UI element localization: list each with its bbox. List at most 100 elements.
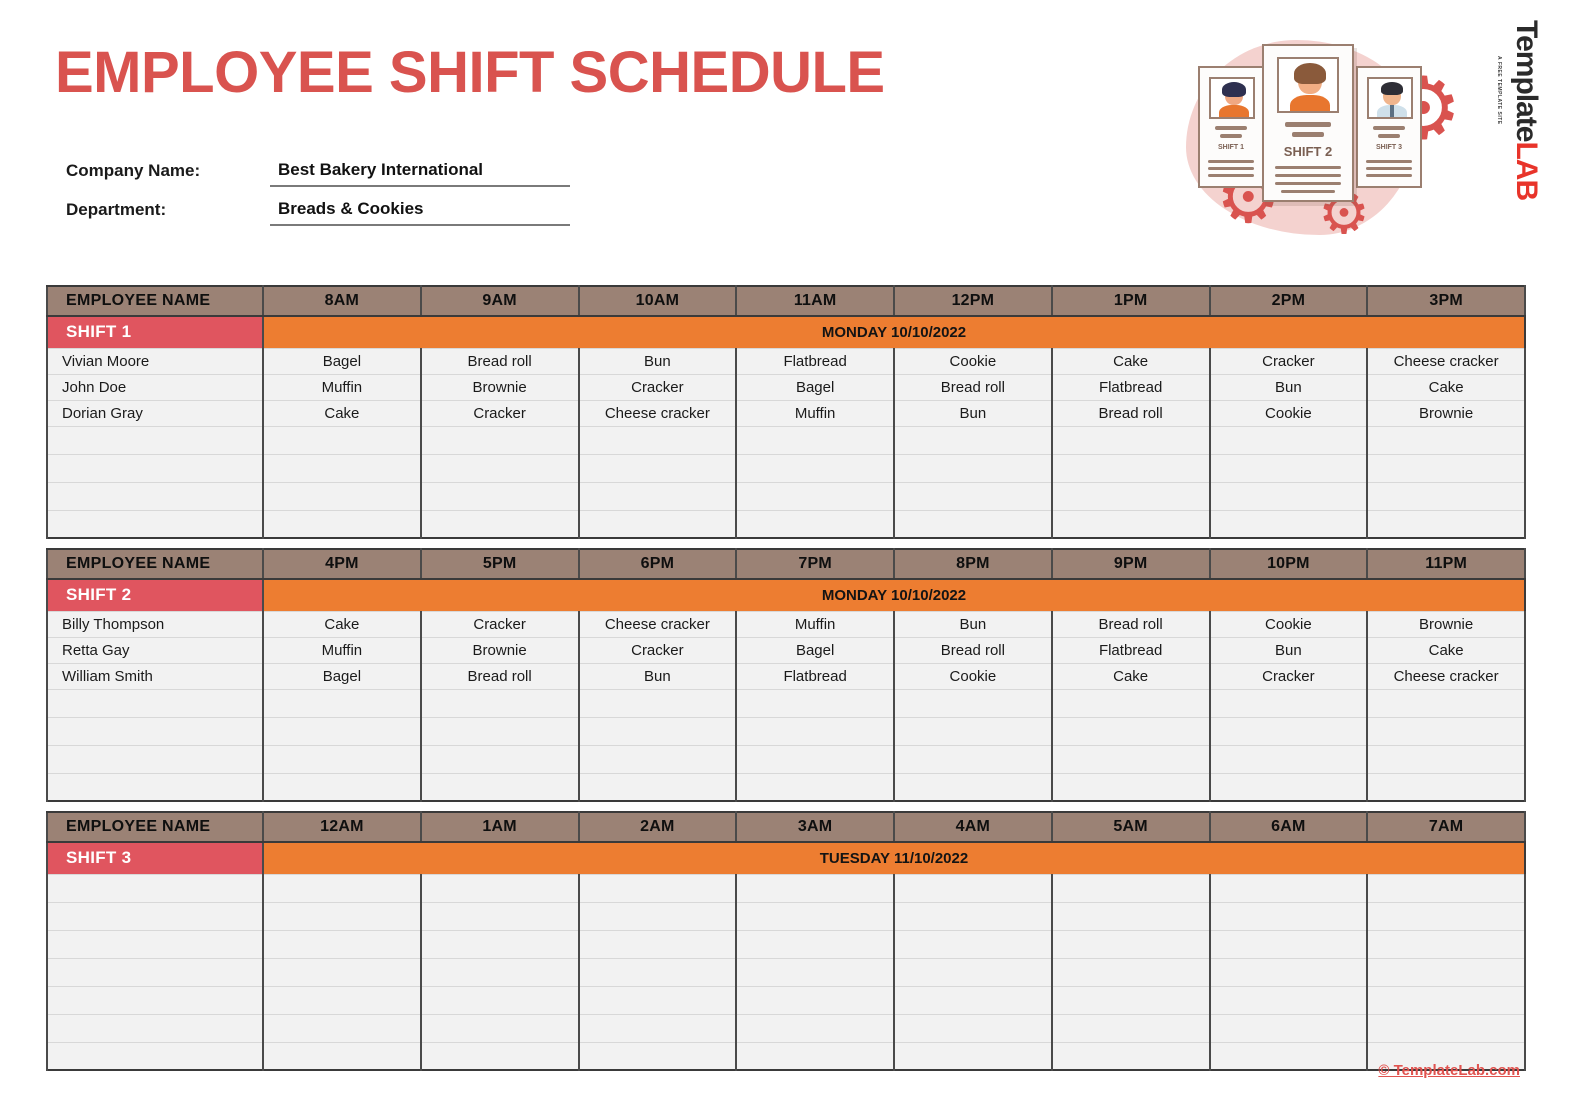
shift-assignment-cell[interactable]: Cracker bbox=[577, 373, 738, 401]
shift-assignment-cell[interactable] bbox=[1208, 453, 1369, 483]
shift-assignment-cell[interactable]: Cake bbox=[1050, 662, 1211, 690]
shift-assignment-cell[interactable] bbox=[1366, 481, 1526, 511]
shift-assignment-cell[interactable]: Cracker bbox=[419, 399, 580, 427]
shift-assignment-cell[interactable] bbox=[893, 688, 1053, 718]
shift-assignment-cell[interactable] bbox=[419, 481, 580, 511]
shift-assignment-cell[interactable]: Flatbread bbox=[735, 662, 895, 690]
shift-assignment-cell[interactable]: Cheese cracker bbox=[1366, 662, 1526, 690]
shift-assignment-cell[interactable] bbox=[577, 716, 738, 746]
shift-assignment-cell[interactable] bbox=[262, 744, 422, 774]
shift-assignment-cell[interactable] bbox=[1050, 744, 1211, 774]
shift-assignment-cell[interactable] bbox=[1050, 1013, 1211, 1043]
shift-assignment-cell[interactable]: Bagel bbox=[735, 636, 895, 664]
shift-assignment-cell[interactable]: Bagel bbox=[735, 373, 895, 401]
shift-assignment-cell[interactable] bbox=[893, 873, 1053, 903]
shift-assignment-cell[interactable] bbox=[1208, 509, 1369, 539]
shift-assignment-cell[interactable] bbox=[1208, 929, 1369, 959]
shift-assignment-cell[interactable] bbox=[419, 929, 580, 959]
shift-assignment-cell[interactable] bbox=[419, 1041, 580, 1071]
shift-assignment-cell[interactable] bbox=[1050, 985, 1211, 1015]
shift-assignment-cell[interactable] bbox=[577, 688, 738, 718]
shift-assignment-cell[interactable] bbox=[1366, 985, 1526, 1015]
shift-assignment-cell[interactable] bbox=[1208, 1013, 1369, 1043]
shift-assignment-cell[interactable]: Bread roll bbox=[419, 662, 580, 690]
shift-assignment-cell[interactable] bbox=[735, 481, 895, 511]
shift-assignment-cell[interactable] bbox=[577, 772, 738, 802]
shift-assignment-cell[interactable] bbox=[893, 929, 1053, 959]
department-field[interactable]: Breads & Cookies bbox=[270, 199, 570, 226]
shift-assignment-cell[interactable] bbox=[262, 1041, 422, 1071]
shift-assignment-cell[interactable]: Muffin bbox=[735, 399, 895, 427]
shift-assignment-cell[interactable] bbox=[1050, 425, 1211, 455]
shift-assignment-cell[interactable] bbox=[262, 772, 422, 802]
employee-name-cell[interactable] bbox=[46, 509, 264, 539]
shift-assignment-cell[interactable] bbox=[577, 425, 738, 455]
shift-assignment-cell[interactable]: Bread roll bbox=[1050, 610, 1211, 638]
employee-name-cell[interactable] bbox=[46, 453, 264, 483]
shift-assignment-cell[interactable]: Brownie bbox=[419, 373, 580, 401]
shift-assignment-cell[interactable]: Bun bbox=[577, 662, 738, 690]
shift-assignment-cell[interactable] bbox=[1050, 688, 1211, 718]
employee-name-cell[interactable] bbox=[46, 425, 264, 455]
shift-assignment-cell[interactable]: Cracker bbox=[1208, 662, 1369, 690]
shift-assignment-cell[interactable] bbox=[1366, 509, 1526, 539]
shift-assignment-cell[interactable] bbox=[419, 901, 580, 931]
shift-assignment-cell[interactable]: Cookie bbox=[1208, 610, 1369, 638]
shift-assignment-cell[interactable]: Bun bbox=[577, 347, 738, 375]
shift-assignment-cell[interactable]: Cake bbox=[1366, 636, 1526, 664]
shift-assignment-cell[interactable] bbox=[419, 453, 580, 483]
shift-assignment-cell[interactable] bbox=[577, 481, 738, 511]
shift-assignment-cell[interactable] bbox=[577, 509, 738, 539]
shift-assignment-cell[interactable] bbox=[1208, 1041, 1369, 1071]
employee-name-cell[interactable] bbox=[46, 957, 264, 987]
employee-name-cell[interactable] bbox=[46, 985, 264, 1015]
shift-assignment-cell[interactable] bbox=[735, 901, 895, 931]
shift-assignment-cell[interactable] bbox=[893, 901, 1053, 931]
shift-assignment-cell[interactable] bbox=[577, 1013, 738, 1043]
shift-assignment-cell[interactable] bbox=[262, 481, 422, 511]
shift-assignment-cell[interactable] bbox=[1050, 873, 1211, 903]
shift-assignment-cell[interactable] bbox=[1050, 901, 1211, 931]
shift-assignment-cell[interactable] bbox=[419, 425, 580, 455]
shift-assignment-cell[interactable] bbox=[735, 716, 895, 746]
shift-assignment-cell[interactable] bbox=[893, 1041, 1053, 1071]
employee-name-cell[interactable] bbox=[46, 1041, 264, 1071]
shift-assignment-cell[interactable]: Bagel bbox=[262, 347, 422, 375]
shift-assignment-cell[interactable]: Brownie bbox=[419, 636, 580, 664]
employee-name-cell[interactable] bbox=[46, 688, 264, 718]
shift-assignment-cell[interactable]: Bread roll bbox=[1050, 399, 1211, 427]
employee-name-cell[interactable] bbox=[46, 481, 264, 511]
shift-assignment-cell[interactable] bbox=[419, 957, 580, 987]
shift-assignment-cell[interactable] bbox=[1366, 688, 1526, 718]
shift-assignment-cell[interactable] bbox=[419, 985, 580, 1015]
company-name-field[interactable]: Best Bakery International bbox=[270, 160, 570, 187]
shift-date[interactable]: MONDAY 10/10/2022 bbox=[262, 316, 1525, 348]
shift-assignment-cell[interactable] bbox=[893, 957, 1053, 987]
shift-assignment-cell[interactable] bbox=[893, 425, 1053, 455]
shift-assignment-cell[interactable]: Brownie bbox=[1366, 399, 1526, 427]
shift-assignment-cell[interactable]: Flatbread bbox=[735, 347, 895, 375]
shift-assignment-cell[interactable] bbox=[735, 1041, 895, 1071]
shift-assignment-cell[interactable] bbox=[1208, 425, 1369, 455]
shift-assignment-cell[interactable] bbox=[735, 929, 895, 959]
shift-assignment-cell[interactable] bbox=[262, 929, 422, 959]
shift-assignment-cell[interactable] bbox=[419, 873, 580, 903]
shift-assignment-cell[interactable] bbox=[1366, 929, 1526, 959]
employee-name-cell[interactable] bbox=[46, 901, 264, 931]
shift-assignment-cell[interactable] bbox=[419, 772, 580, 802]
employee-name-cell[interactable]: John Doe bbox=[46, 373, 264, 401]
shift-date[interactable]: TUESDAY 11/10/2022 bbox=[262, 842, 1525, 874]
shift-assignment-cell[interactable] bbox=[1366, 425, 1526, 455]
employee-name-cell[interactable]: William Smith bbox=[46, 662, 264, 690]
shift-assignment-cell[interactable]: Cookie bbox=[893, 662, 1053, 690]
shift-assignment-cell[interactable] bbox=[1366, 1013, 1526, 1043]
shift-assignment-cell[interactable] bbox=[262, 453, 422, 483]
shift-assignment-cell[interactable] bbox=[1208, 481, 1369, 511]
shift-assignment-cell[interactable] bbox=[735, 873, 895, 903]
employee-name-cell[interactable]: Billy Thompson bbox=[46, 610, 264, 638]
shift-assignment-cell[interactable] bbox=[1050, 453, 1211, 483]
shift-assignment-cell[interactable]: Bread roll bbox=[893, 373, 1053, 401]
shift-assignment-cell[interactable] bbox=[419, 509, 580, 539]
shift-assignment-cell[interactable] bbox=[262, 716, 422, 746]
shift-assignment-cell[interactable]: Cracker bbox=[419, 610, 580, 638]
